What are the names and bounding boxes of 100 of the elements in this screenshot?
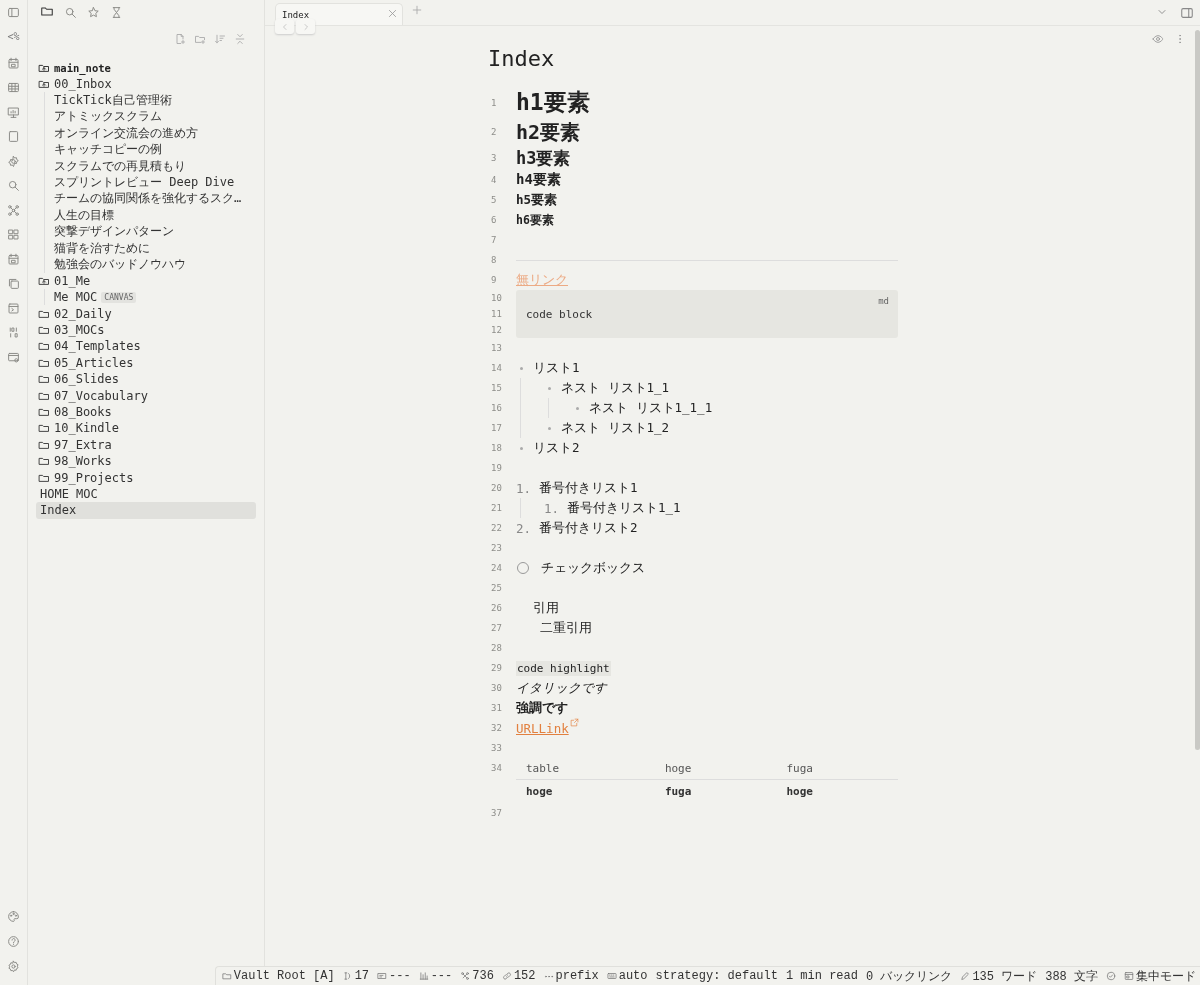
calendar-icon[interactable]	[7, 56, 20, 70]
collapse-icon[interactable]	[234, 33, 246, 45]
folder-item[interactable]: 02_Daily	[36, 305, 256, 322]
folder-icon	[38, 422, 50, 435]
hourglass-icon[interactable]	[110, 6, 123, 19]
code-text: code block	[526, 307, 593, 321]
folder-item[interactable]: 97_Extra	[36, 436, 256, 453]
help-icon[interactable]	[7, 935, 20, 948]
external-link-icon	[569, 718, 579, 727]
status-text: 17	[354, 969, 370, 983]
status-text: 1 min read	[785, 969, 858, 983]
sidebar-toggle-icon[interactable]	[7, 6, 20, 19]
folder-item[interactable]: 07_Vocabulary	[36, 387, 256, 404]
folder-item[interactable]: 10_Kindle	[36, 420, 256, 437]
settings-icon[interactable]	[7, 960, 20, 973]
file-item[interactable]: アトミックスクラム	[54, 108, 256, 126]
file-item[interactable]: 猫背を治すために	[54, 239, 256, 257]
list-item-text: リスト2	[533, 439, 580, 457]
folder-item[interactable]: 01_Me	[36, 272, 256, 290]
list-item-text: ネスト リスト1_1_1	[589, 399, 713, 417]
line-number: 17	[490, 423, 503, 433]
status-text: 135 ワード	[972, 968, 1038, 985]
template-button[interactable]: <%	[7, 31, 20, 45]
grid-icon[interactable]	[7, 228, 20, 241]
close-icon[interactable]	[387, 8, 398, 19]
plus-icon[interactable]	[411, 4, 423, 16]
pencil-icon	[960, 971, 971, 981]
folder-icon	[38, 455, 50, 468]
bar-chart-icon	[418, 971, 429, 981]
line-number: 10	[490, 293, 503, 303]
chevron-right-icon	[301, 22, 310, 31]
bullet-icon	[520, 366, 523, 370]
status-text: 152	[513, 969, 536, 983]
file-item[interactable]: HOME MOC	[36, 485, 256, 503]
star-icon[interactable]	[87, 6, 100, 19]
calendar-icon[interactable]	[7, 252, 20, 266]
file-item[interactable]: 人生の目標	[54, 207, 256, 224]
file-item[interactable]: スクラムでの再見積もり	[54, 157, 256, 175]
table-icon[interactable]	[7, 81, 20, 94]
list-item-text: 番号付きリスト1	[539, 479, 638, 497]
file-item[interactable]: TickTick自己管理術	[54, 92, 256, 109]
search-icon[interactable]	[64, 6, 77, 19]
line-number: 8	[490, 255, 498, 265]
line-number: 14	[490, 363, 503, 373]
folder-item[interactable]: 06_Slides	[36, 371, 256, 388]
folder-item[interactable]: 00_Inbox	[36, 76, 256, 93]
folder-item[interactable]: 04_Templates	[36, 338, 256, 355]
card-icon[interactable]	[7, 350, 20, 364]
file-item[interactable]: チームの協同関係を強化するスク…	[54, 190, 256, 208]
table-header: fuga	[776, 758, 898, 780]
line-number: 34	[490, 762, 503, 773]
sort-icon[interactable]	[214, 33, 226, 45]
graph-icon[interactable]	[7, 203, 20, 217]
line-number: 25	[490, 583, 503, 593]
folder-item[interactable]: 98_Works	[36, 453, 256, 470]
heading: h5要素	[516, 191, 558, 209]
file-item[interactable]: Index	[36, 502, 256, 519]
tab[interactable]: Index	[275, 3, 403, 25]
presentation-icon[interactable]	[7, 105, 20, 119]
scrollbar[interactable]	[1195, 30, 1200, 750]
line-number: 6	[490, 215, 498, 225]
file-item[interactable]: 突撃デザインパターン	[54, 223, 256, 240]
binary-icon[interactable]	[7, 326, 20, 339]
heading: h3要素	[516, 146, 571, 170]
folder-item[interactable]: 99_Projects	[36, 469, 256, 486]
line-number: 16	[490, 403, 503, 413]
search-icon[interactable]	[7, 179, 20, 192]
copy-icon[interactable]	[7, 277, 20, 290]
file-item[interactable]: オンライン交流会の進め方	[54, 125, 256, 142]
status-text: Vault Root [A]	[233, 969, 335, 983]
vault-header[interactable]: main_note	[36, 59, 256, 76]
list-item-text: 番号付きリスト2	[539, 519, 638, 537]
status-text: ---	[430, 969, 453, 983]
line-number: 2	[490, 127, 498, 137]
eye-icon[interactable]	[1152, 33, 1164, 45]
line-number: 13	[490, 343, 503, 353]
status-text: 388 文字	[1045, 968, 1098, 985]
bullet-icon	[520, 446, 523, 450]
folder-item[interactable]: 05_Articles	[36, 354, 256, 372]
sidebar-toggle-icon[interactable]	[1180, 6, 1194, 20]
palette-icon[interactable]	[7, 910, 20, 923]
inline-code: code highlight	[516, 660, 611, 676]
file-item[interactable]: 勉強会のバッドノウハウ	[54, 256, 256, 273]
new-folder-icon[interactable]	[194, 33, 206, 45]
folder-item[interactable]: 08_Books	[36, 403, 256, 421]
file-item[interactable]: スプリントレビュー Deep Dive	[54, 174, 256, 191]
page-icon[interactable]	[7, 130, 20, 143]
list-item-text: ネスト リスト1_2	[561, 419, 670, 437]
folder-item[interactable]: 03_MOCs	[36, 321, 256, 339]
file-item[interactable]: キャッチコピーの例	[54, 141, 256, 158]
folder-icon	[38, 340, 50, 353]
file-item[interactable]: Me MOC CANVAS	[54, 289, 256, 306]
line-number: 32	[490, 723, 503, 733]
new-note-icon[interactable]	[174, 33, 186, 45]
heading: h6要素	[516, 212, 554, 228]
line-number: 22	[490, 523, 503, 533]
list-item-text: リスト1	[533, 359, 580, 377]
layout-icon[interactable]	[7, 301, 20, 315]
check-circle-icon	[1106, 971, 1116, 981]
folder-icon[interactable]	[40, 4, 54, 18]
